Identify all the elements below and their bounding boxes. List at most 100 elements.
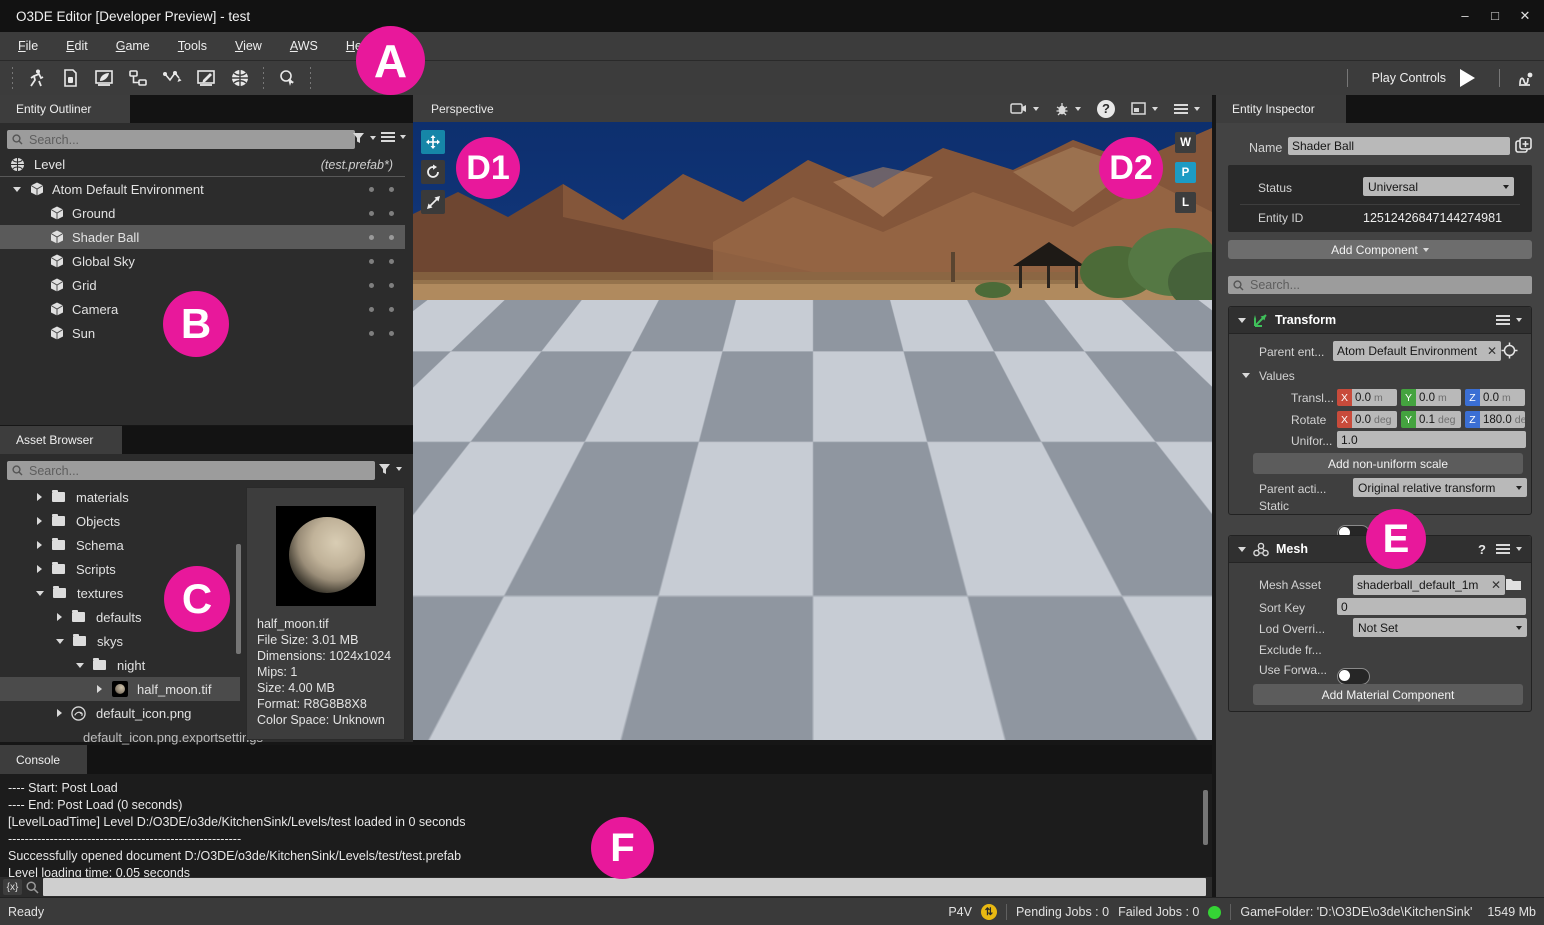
transform-options-button[interactable] xyxy=(1496,315,1522,325)
asset-row-night[interactable]: night xyxy=(0,653,240,677)
exclude-toggle[interactable] xyxy=(1337,668,1370,685)
console-command-input[interactable] xyxy=(43,878,1206,896)
menu-file[interactable]: File xyxy=(4,32,52,60)
asset-row-half-moon-selected[interactable]: half_moon.tif xyxy=(0,677,240,701)
outliner-options-button[interactable] xyxy=(381,132,406,142)
entity-row-ground[interactable]: Ground xyxy=(0,201,405,225)
entity-name-input[interactable] xyxy=(1288,137,1510,155)
translate-x-field[interactable]: X0.0m xyxy=(1337,389,1397,406)
outliner-search[interactable] xyxy=(7,130,355,149)
asset-tree-scrollbar[interactable] xyxy=(236,544,241,654)
asset-search-input[interactable] xyxy=(27,463,370,479)
inspector-search[interactable] xyxy=(1228,276,1532,294)
expander-icon[interactable] xyxy=(13,187,21,192)
outliner-search-input[interactable] xyxy=(27,132,350,148)
clear-icon[interactable]: ✕ xyxy=(1487,344,1497,358)
expander-icon[interactable] xyxy=(37,493,42,501)
visibility-dot[interactable] xyxy=(369,331,374,336)
track-view-icon[interactable] xyxy=(155,65,189,91)
debug-info-button[interactable] xyxy=(1055,102,1081,116)
console-scrollbar[interactable] xyxy=(1203,790,1208,845)
lock-dot[interactable] xyxy=(389,283,394,288)
asset-row-skys[interactable]: skys xyxy=(0,629,240,653)
prefab-overrides-icon[interactable] xyxy=(1514,136,1533,158)
clear-icon[interactable]: ✕ xyxy=(1491,578,1501,592)
add-material-component-button[interactable]: Add Material Component xyxy=(1253,684,1523,705)
asset-search[interactable] xyxy=(7,461,375,480)
visibility-dot[interactable] xyxy=(369,235,374,240)
play-button[interactable] xyxy=(1460,69,1475,87)
uniform-scale-field[interactable]: 1.0 xyxy=(1337,431,1526,448)
help-icon[interactable]: ? xyxy=(1097,100,1115,118)
asset-filter-button[interactable] xyxy=(378,463,402,475)
expander-icon[interactable] xyxy=(56,639,64,644)
values-collapse-icon[interactable] xyxy=(1242,373,1250,378)
asset-row-objects[interactable]: Objects xyxy=(0,509,240,533)
viewport-scene[interactable]: 3 4 1 2 3 2 xyxy=(413,122,1212,740)
menu-aws[interactable]: AWS xyxy=(276,32,332,60)
entity-row-shader-ball-selected[interactable]: Shader Ball xyxy=(0,225,405,249)
camera-speed-p-button[interactable]: P xyxy=(1175,162,1196,183)
outliner-filter-button[interactable] xyxy=(352,132,376,144)
sort-key-field[interactable]: 0 xyxy=(1337,598,1526,615)
lock-dot[interactable] xyxy=(389,211,394,216)
expander-icon[interactable] xyxy=(76,663,84,668)
asset-row-materials[interactable]: materials xyxy=(0,485,240,509)
rotate-tool-button[interactable] xyxy=(421,160,445,184)
camera-settings-button[interactable] xyxy=(1010,102,1039,115)
zoom-selection-icon[interactable] xyxy=(270,65,304,91)
status-dropdown[interactable]: Universal xyxy=(1363,177,1514,196)
entity-row-global-sky[interactable]: Global Sky xyxy=(0,249,405,273)
p4v-icon[interactable]: ⇅ xyxy=(981,904,997,920)
console-search-icon[interactable] xyxy=(26,881,39,894)
material-editor-icon[interactable] xyxy=(87,65,121,91)
asset-editor-icon[interactable] xyxy=(53,65,87,91)
scale-tool-button[interactable] xyxy=(421,190,445,214)
expander-icon[interactable] xyxy=(37,541,42,549)
tab-entity-inspector[interactable]: Entity Inspector xyxy=(1216,95,1346,123)
tab-entity-outliner[interactable]: Entity Outliner xyxy=(0,95,130,123)
entity-row-atom-default-environment[interactable]: Atom Default Environment xyxy=(0,177,405,201)
lock-dot[interactable] xyxy=(389,307,394,312)
camera-speed-w-button[interactable]: W xyxy=(1175,132,1196,153)
mesh-options-button[interactable] xyxy=(1496,544,1522,554)
entity-picker-icon[interactable] xyxy=(1501,342,1518,362)
visibility-dot[interactable] xyxy=(369,307,374,312)
menu-tools[interactable]: Tools xyxy=(164,32,221,60)
p4v-label[interactable]: P4V xyxy=(948,905,972,919)
visibility-dot[interactable] xyxy=(369,211,374,216)
asset-row-schema[interactable]: Schema xyxy=(0,533,240,557)
level-row[interactable]: Level (test.prefab*) xyxy=(0,153,405,177)
camera-speed-l-button[interactable]: L xyxy=(1175,192,1196,213)
translate-y-field[interactable]: Y0.0m xyxy=(1401,389,1461,406)
script-canvas-icon[interactable] xyxy=(121,65,155,91)
rotate-x-field[interactable]: X0.0deg xyxy=(1337,411,1397,428)
mesh-help-icon[interactable]: ? xyxy=(1478,542,1486,557)
collapse-icon[interactable] xyxy=(1238,318,1246,323)
visibility-dot[interactable] xyxy=(369,283,374,288)
parent-entity-field[interactable]: Atom Default Environment ✕ xyxy=(1333,341,1501,361)
expander-icon[interactable] xyxy=(97,685,102,693)
translate-z-field[interactable]: Z0.0m xyxy=(1465,389,1525,406)
physics-simulate-icon[interactable] xyxy=(1510,65,1544,91)
menu-game[interactable]: Game xyxy=(102,32,164,60)
parent-activity-dropdown[interactable]: Original relative transform xyxy=(1353,478,1527,497)
mesh-asset-field[interactable]: shaderball_default_1m ✕ xyxy=(1353,575,1505,595)
viewport-options-button[interactable] xyxy=(1174,104,1200,114)
transform-header[interactable]: Transform xyxy=(1229,307,1531,334)
lod-override-dropdown[interactable]: Not Set xyxy=(1353,618,1527,637)
lock-dot[interactable] xyxy=(389,259,394,264)
terrain-tool-icon[interactable] xyxy=(223,65,257,91)
asset-row-default-icon-png[interactable]: default_icon.png xyxy=(0,701,240,725)
inspector-search-input[interactable] xyxy=(1248,277,1527,293)
add-nonuniform-scale-button[interactable]: Add non-uniform scale xyxy=(1253,453,1523,474)
play-game-icon[interactable] xyxy=(19,65,53,91)
rotate-z-field[interactable]: Z180.0deg xyxy=(1465,411,1525,428)
visibility-dot[interactable] xyxy=(369,187,374,192)
visibility-dot[interactable] xyxy=(369,259,374,264)
maximize-button[interactable]: □ xyxy=(1480,1,1510,31)
lock-dot[interactable] xyxy=(389,235,394,240)
collapse-icon[interactable] xyxy=(1238,547,1246,552)
expander-icon[interactable] xyxy=(57,709,62,717)
expander-icon[interactable] xyxy=(37,565,42,573)
